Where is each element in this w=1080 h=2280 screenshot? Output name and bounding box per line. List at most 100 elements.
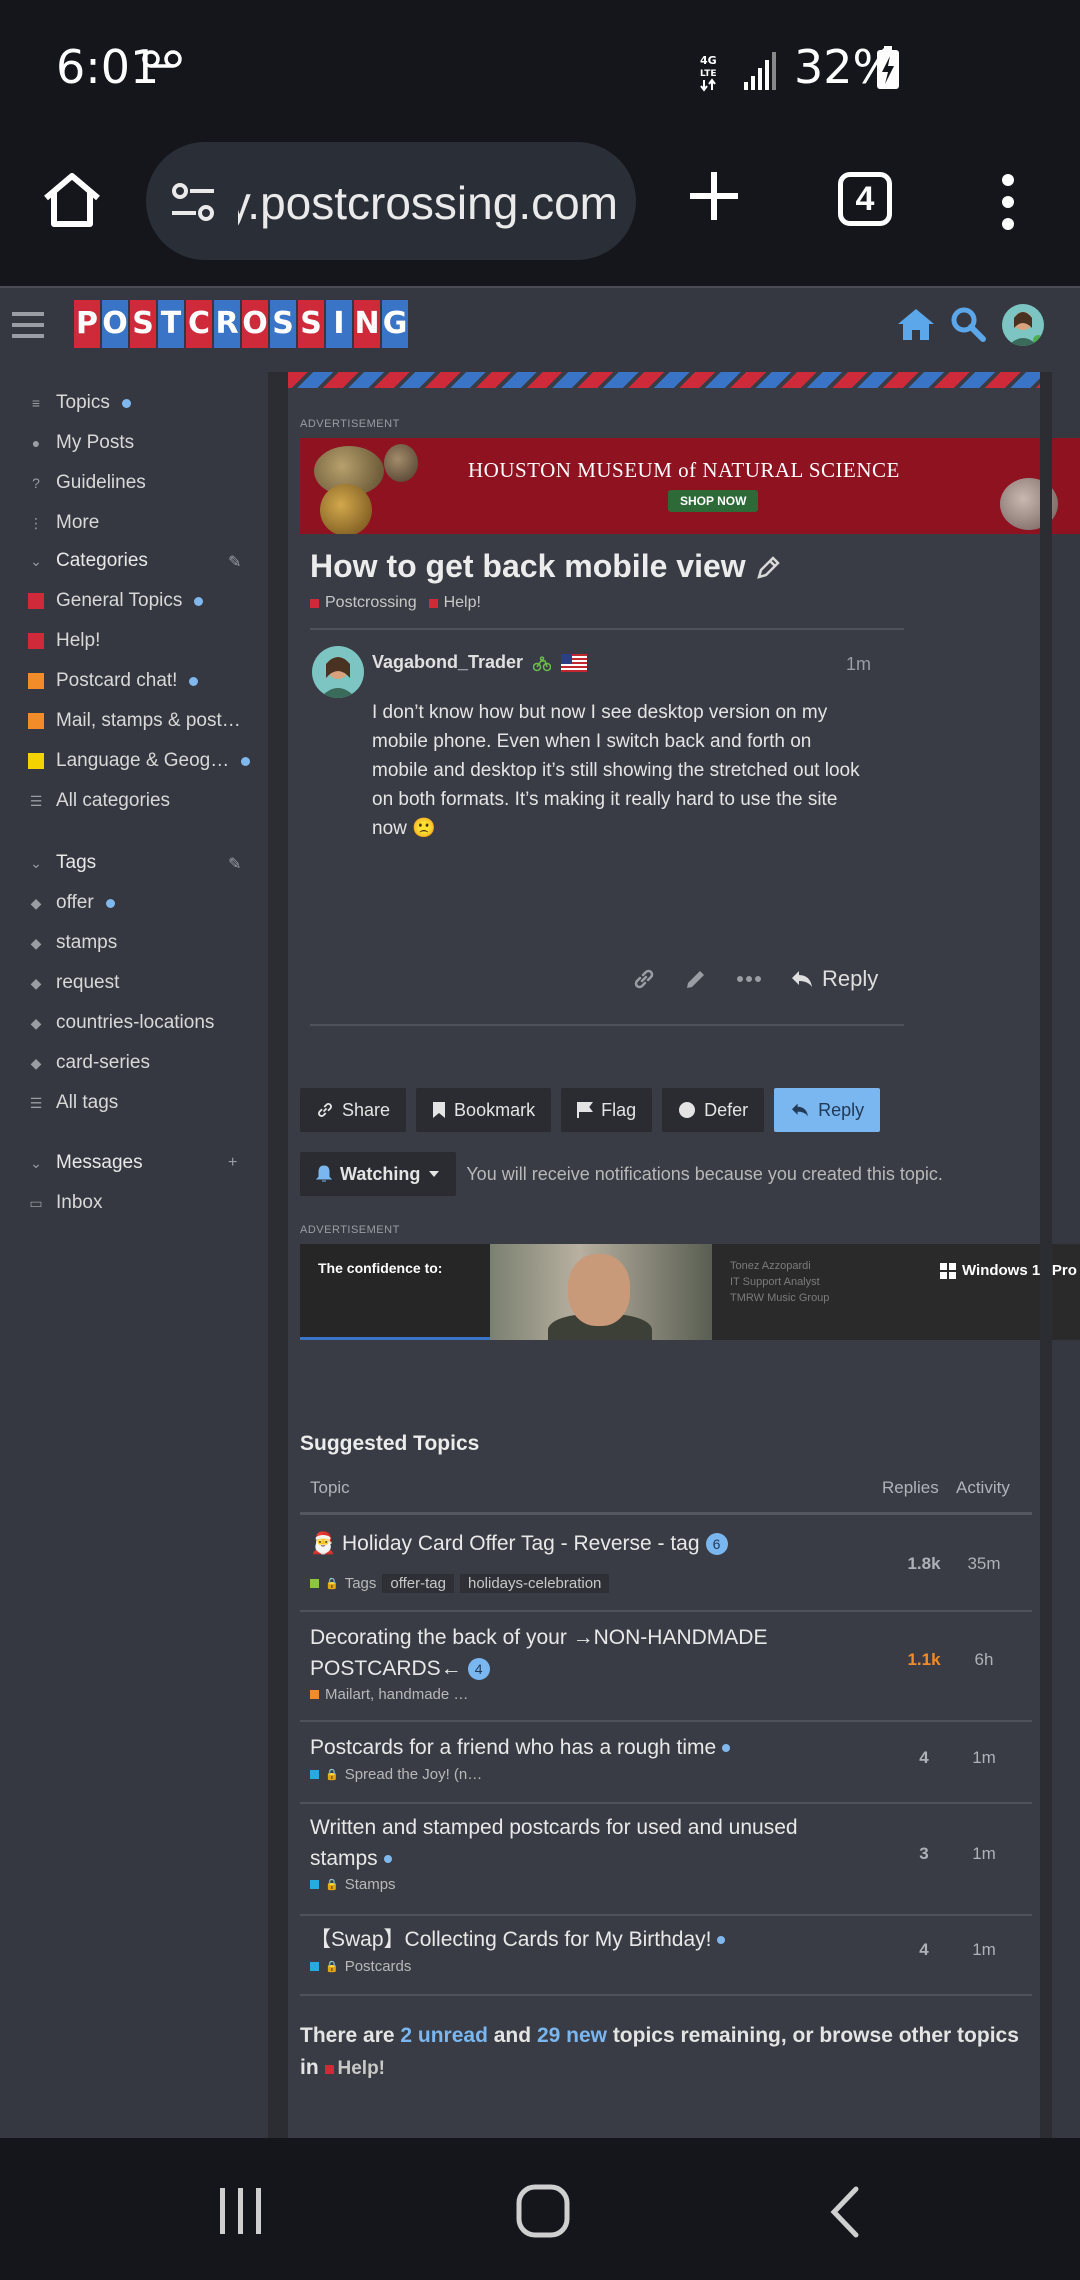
col-replies[interactable]: Replies: [882, 1478, 939, 1498]
page-scrollbar[interactable]: [1040, 372, 1052, 2138]
home-icon[interactable]: [40, 168, 104, 232]
post-time[interactable]: 1m: [846, 654, 871, 675]
activity-time[interactable]: 1m: [954, 1940, 1014, 1960]
tag-chip[interactable]: holidays-celebration: [459, 1574, 610, 1593]
museum-ad-banner[interactable]: HOUSTON MUSEUM of NATURAL SCIENCE SHOP N…: [300, 438, 1080, 534]
category-badge-postcrossing[interactable]: Postcrossing: [310, 594, 417, 612]
reply-count[interactable]: 1.8k: [894, 1554, 954, 1574]
watching-dropdown[interactable]: Watching: [300, 1152, 457, 1196]
sidebar-item-label: More: [56, 512, 100, 533]
more-horizontal-icon[interactable]: [736, 975, 762, 983]
logo-letter: P: [74, 300, 100, 348]
sidebar-tag-item[interactable]: ◆ request: [28, 972, 120, 994]
unread-count-badge[interactable]: 4: [467, 1658, 490, 1681]
sidebar-item-label: Mail, stamps & post…: [56, 710, 241, 731]
new-message-icon[interactable]: +: [228, 1154, 237, 1172]
sidebar-item-topics[interactable]: ≡ Topics: [28, 392, 131, 414]
edit-tags-icon[interactable]: ✎: [228, 854, 241, 874]
reply-count[interactable]: 4: [894, 1748, 954, 1768]
post-divider: [310, 1024, 904, 1026]
hamburger-menu-icon[interactable]: [12, 310, 44, 340]
defer-button[interactable]: Defer: [662, 1088, 765, 1132]
sidebar-tag-item[interactable]: ◆ countries-locations: [28, 1012, 215, 1034]
topic-category[interactable]: Mailart, handmade …: [310, 1686, 468, 1703]
sidebar-category-item[interactable]: ☰ All categories: [28, 790, 170, 812]
activity-time[interactable]: 6h: [954, 1650, 1014, 1670]
sidebar-tag-item[interactable]: ◆ card-series: [28, 1052, 150, 1074]
help-category-link[interactable]: Help!: [324, 2058, 385, 2079]
lock-icon: 🔒: [325, 1578, 339, 1590]
home-icon[interactable]: [896, 306, 936, 342]
postcrossing-logo[interactable]: POSTCROSSING: [74, 300, 408, 348]
bookmark-button[interactable]: Bookmark: [416, 1088, 552, 1132]
sidebar-tag-item[interactable]: ☰ All tags: [28, 1092, 119, 1114]
topic-category[interactable]: 🔒 Stamps: [310, 1876, 396, 1893]
topic-category[interactable]: 🔒 Tags offer-tag holidays-celebration: [310, 1574, 610, 1593]
sidebar-category-item[interactable]: Language & Geog…: [28, 750, 251, 772]
row-divider: [300, 1610, 1032, 1612]
activity-time[interactable]: 35m: [954, 1554, 1014, 1574]
sidebar-item-more[interactable]: ⋮ More: [28, 512, 99, 534]
user-avatar[interactable]: [1002, 304, 1044, 346]
site-settings-icon[interactable]: [170, 182, 216, 222]
unread-link[interactable]: 2 unread: [400, 2024, 488, 2047]
topic-categories: Postcrossing Help!: [310, 594, 481, 612]
edit-icon[interactable]: [684, 967, 708, 991]
messages-section-toggle[interactable]: ⌄ Messages: [28, 1152, 143, 1174]
sidebar-tag-item[interactable]: ◆ stamps: [28, 932, 118, 954]
sidebar-category-item[interactable]: Postcard chat!: [28, 670, 199, 692]
main-content: ADVERTISEMENT HOUSTON MUSEUM of NATURAL …: [288, 372, 1080, 2138]
topic-link[interactable]: Decorating the back of your →NON-HANDMAD…: [310, 1622, 830, 1684]
post-avatar[interactable]: [312, 646, 364, 698]
sidebar-item-my-posts[interactable]: ● My Posts: [28, 432, 134, 454]
tag-chip[interactable]: offer-tag: [382, 1574, 454, 1593]
logo-letter: O: [102, 300, 128, 348]
sidebar-tag-item[interactable]: ◆ offer: [28, 892, 115, 914]
more-vertical-icon[interactable]: [998, 172, 1018, 232]
logo-letter: S: [298, 300, 324, 348]
windows-ad-banner[interactable]: The confidence to: Tonez Azzopardi IT Sup…: [300, 1244, 1080, 1340]
sidebar-category-item[interactable]: Help!: [28, 630, 100, 652]
activity-time[interactable]: 1m: [954, 1844, 1014, 1864]
topic-link[interactable]: 🎅 Holiday Card Offer Tag - Reverse - tag…: [310, 1528, 830, 1559]
home-button-icon[interactable]: [516, 2184, 570, 2238]
sidebar-category-item[interactable]: General Topics: [28, 590, 204, 612]
new-indicator: [383, 1855, 392, 1864]
topic-link[interactable]: Written and stamped postcards for used a…: [310, 1812, 830, 1874]
back-icon[interactable]: [828, 2186, 862, 2238]
topic-category[interactable]: 🔒 Spread the Joy! (n…: [310, 1766, 482, 1783]
section-label: Messages: [56, 1152, 143, 1173]
flag-button[interactable]: Flag: [561, 1088, 653, 1132]
edit-categories-icon[interactable]: ✎: [228, 552, 241, 572]
reply-count[interactable]: 4: [894, 1940, 954, 1960]
share-button[interactable]: Share: [300, 1088, 407, 1132]
reply-button[interactable]: Reply: [774, 1088, 881, 1132]
tab-switcher-button[interactable]: 4: [838, 172, 892, 226]
reply-count[interactable]: 1.1k: [894, 1650, 954, 1670]
sidebar-item-inbox[interactable]: ▭ Inbox: [28, 1192, 102, 1214]
search-icon[interactable]: [950, 306, 986, 342]
edit-pencil-icon[interactable]: [756, 554, 782, 580]
topic-link[interactable]: 【Swap】Collecting Cards for My Birthday!: [310, 1924, 830, 1955]
reply-count[interactable]: 3: [894, 1844, 954, 1864]
link-icon[interactable]: [632, 967, 656, 991]
user-icon: ●: [31, 435, 41, 451]
tags-section-toggle[interactable]: ⌄ Tags: [28, 852, 96, 874]
topic-category[interactable]: 🔒 Postcards: [310, 1958, 411, 1975]
sidebar-item-label: Language & Geog…: [56, 750, 230, 771]
category-badge-help[interactable]: Help!: [428, 594, 481, 612]
shop-now-button[interactable]: SHOP NOW: [668, 490, 759, 512]
address-bar[interactable]: ity.postcrossing.com: [146, 142, 636, 260]
new-link[interactable]: 29 new: [537, 2024, 607, 2047]
post-reply-button[interactable]: Reply: [790, 966, 878, 992]
activity-time[interactable]: 1m: [954, 1748, 1014, 1768]
categories-section-toggle[interactable]: ⌄ Categories: [28, 550, 148, 572]
recent-apps-icon[interactable]: [216, 2186, 266, 2236]
sidebar-item-guidelines[interactable]: ? Guidelines: [28, 472, 146, 494]
topic-link[interactable]: Postcards for a friend who has a rough t…: [310, 1732, 830, 1763]
col-activity[interactable]: Activity: [956, 1478, 1010, 1498]
new-tab-icon[interactable]: [686, 168, 742, 224]
unread-count-badge[interactable]: 6: [705, 1533, 728, 1556]
username[interactable]: Vagabond_Trader: [372, 652, 523, 673]
sidebar-category-item[interactable]: Mail, stamps & post…: [28, 710, 241, 732]
